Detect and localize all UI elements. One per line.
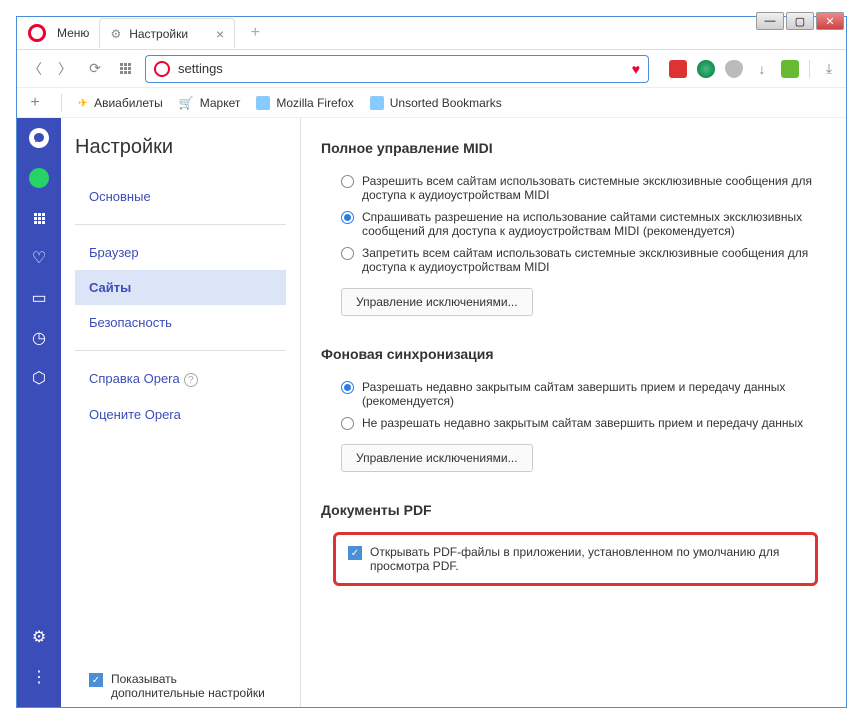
bookmark-label: Unsorted Bookmarks <box>390 96 502 110</box>
folder-icon <box>370 96 384 110</box>
radio-icon <box>341 417 354 430</box>
collapse-rail-icon[interactable]: ⋮ <box>29 667 49 687</box>
separator <box>809 60 810 78</box>
bookmark-aviabilety[interactable]: ✈ Авиабилеты <box>78 96 163 110</box>
speed-dial-rail-icon[interactable] <box>29 208 49 228</box>
side-rail: ♡ ▭ ◷ ⬡ ⚙ ⋮ <box>17 118 61 707</box>
bookmark-unsorted[interactable]: Unsorted Bookmarks <box>370 96 502 110</box>
news-rail-icon[interactable]: ▭ <box>29 288 49 308</box>
folder-icon <box>256 96 270 110</box>
maximize-button[interactable]: ▢ <box>786 12 814 30</box>
bookmarks-rail-icon[interactable]: ♡ <box>29 248 49 268</box>
bookmark-heart-icon[interactable]: ♥ <box>632 61 640 77</box>
nav-help[interactable]: Справка Opera? <box>75 361 286 397</box>
add-bookmark-icon[interactable]: + <box>25 94 45 112</box>
section-title: Фоновая синхронизация <box>321 346 826 362</box>
tab-title: Настройки <box>129 27 188 41</box>
sync-exceptions-button[interactable]: Управление исключениями... <box>341 444 533 472</box>
sync-block-radio[interactable]: Не разрешать недавно закрытым сайтам зав… <box>321 412 826 434</box>
radio-label: Разрешить всем сайтам использовать систе… <box>362 174 826 202</box>
advanced-settings-checkbox[interactable]: ✓ Показывать дополнительные настройки <box>75 672 286 700</box>
advanced-label: Показывать дополнительные настройки <box>111 672 272 700</box>
midi-allow-radio[interactable]: Разрешить всем сайтам использовать систе… <box>321 170 826 206</box>
back-button[interactable]: 〈 <box>25 59 45 79</box>
bookmark-label: Авиабилеты <box>94 96 163 110</box>
radio-icon <box>341 175 354 188</box>
bookmark-mozilla[interactable]: Mozilla Firefox <box>256 96 353 110</box>
settings-content: Полное управление MIDI Разрешить всем са… <box>301 118 846 707</box>
pdf-checkbox[interactable]: ✓ <box>348 546 362 560</box>
shield-icon[interactable] <box>725 60 743 78</box>
main-area: ♡ ▭ ◷ ⬡ ⚙ ⋮ Настройки Основные Браузер С… <box>17 118 846 707</box>
tab-strip: Меню ⚙ Настройки × + <box>17 17 846 50</box>
bookmark-bar: + ✈ Авиабилеты 🛒 Маркет Mozilla Firefox Un… <box>17 88 846 118</box>
bookmark-label: Mozilla Firefox <box>276 96 353 110</box>
pdf-label: Открывать PDF-файлы в приложении, устано… <box>370 545 803 573</box>
tab-settings[interactable]: ⚙ Настройки × <box>99 18 235 48</box>
download-icon[interactable]: ↓ <box>753 60 771 78</box>
nav-browser[interactable]: Браузер <box>75 235 286 270</box>
checkbox-icon: ✓ <box>89 673 103 687</box>
bookmark-label: Маркет <box>200 96 241 110</box>
pdf-highlight-box: ✓ Открывать PDF-файлы в приложении, уста… <box>333 532 818 586</box>
radio-icon <box>341 211 354 224</box>
radio-label: Не разрешать недавно закрытым сайтам зав… <box>362 416 826 430</box>
settings-rail-icon[interactable]: ⚙ <box>29 627 49 647</box>
section-title: Полное управление MIDI <box>321 140 826 156</box>
minimize-button[interactable]: — <box>756 12 784 30</box>
forward-button[interactable]: 〉 <box>55 59 75 79</box>
cart-icon: 🛒 <box>179 96 194 110</box>
opera-favicon <box>154 61 170 77</box>
help-icon: ? <box>184 373 198 387</box>
address-bar[interactable]: settings ♥ <box>145 55 649 83</box>
section-midi: Полное управление MIDI Разрешить всем са… <box>321 140 826 316</box>
section-pdf: Документы PDF ✓ Открывать PDF-файлы в пр… <box>321 502 826 586</box>
radio-label: Спрашивать разрешение на использование с… <box>362 210 826 238</box>
radio-label: Запретить всем сайтам использовать систе… <box>362 246 826 274</box>
bookmark-market[interactable]: 🛒 Маркет <box>179 96 241 110</box>
radio-label: Разрешать недавно закрытым сайтам заверш… <box>362 380 826 408</box>
radio-icon <box>341 247 354 260</box>
extensions-row: ↓ ⤓ <box>669 60 838 78</box>
tab-close-icon[interactable]: × <box>216 26 224 42</box>
reload-button[interactable]: ⟳ <box>85 59 105 79</box>
settings-nav: Настройки Основные Браузер Сайты Безопас… <box>61 118 301 707</box>
midi-exceptions-button[interactable]: Управление исключениями... <box>341 288 533 316</box>
menu-button[interactable]: Меню <box>57 26 89 40</box>
speed-dial-icon[interactable] <box>115 59 135 79</box>
adblock-icon[interactable] <box>669 60 687 78</box>
messenger-icon[interactable] <box>29 128 49 148</box>
nav-rate[interactable]: Оцените Opera <box>75 397 286 432</box>
section-sync: Фоновая синхронизация Разрешать недавно … <box>321 346 826 472</box>
divider <box>75 224 286 225</box>
extensions-rail-icon[interactable]: ⬡ <box>29 368 49 388</box>
downloads-button[interactable]: ⤓ <box>820 60 838 78</box>
section-title: Документы PDF <box>321 502 826 518</box>
nav-sites[interactable]: Сайты <box>75 270 286 305</box>
nav-security[interactable]: Безопасность <box>75 305 286 340</box>
divider <box>75 350 286 351</box>
midi-block-radio[interactable]: Запретить всем сайтам использовать систе… <box>321 242 826 278</box>
close-button[interactable]: ✕ <box>816 12 844 30</box>
separator <box>61 94 62 112</box>
page-title: Настройки <box>75 136 286 159</box>
address-text[interactable]: settings <box>178 61 624 76</box>
opera-logo-icon[interactable] <box>23 19 51 47</box>
midi-ask-radio[interactable]: Спрашивать разрешение на использование с… <box>321 206 826 242</box>
savefrom-icon[interactable] <box>781 60 799 78</box>
sync-allow-radio[interactable]: Разрешать недавно закрытым сайтам заверш… <box>321 376 826 412</box>
new-tab-button[interactable]: + <box>243 21 267 45</box>
plane-icon: ✈ <box>78 96 88 110</box>
gear-icon: ⚙ <box>110 27 121 41</box>
address-row: 〈 〉 ⟳ settings ♥ ↓ ⤓ <box>17 50 846 88</box>
extension-icon[interactable] <box>697 60 715 78</box>
nav-basic[interactable]: Основные <box>75 179 286 214</box>
whatsapp-icon[interactable] <box>29 168 49 188</box>
window-controls: — ▢ ✕ <box>756 12 844 30</box>
history-rail-icon[interactable]: ◷ <box>29 328 49 348</box>
radio-icon <box>341 381 354 394</box>
